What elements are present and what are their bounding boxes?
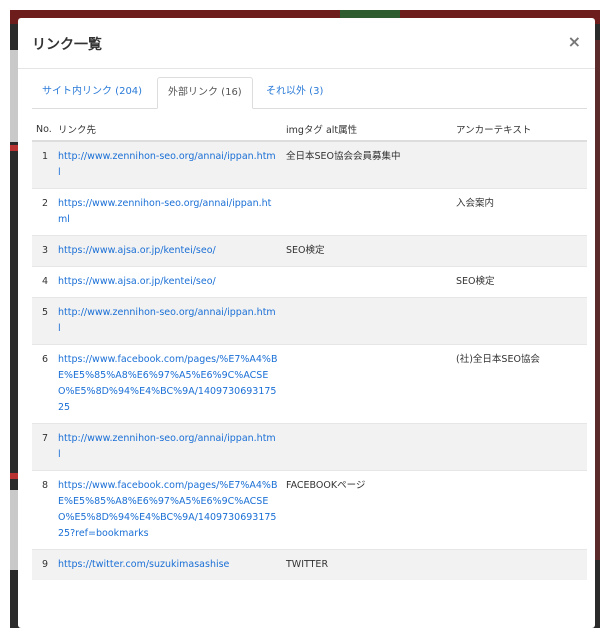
table-row: 6 https://www.facebook.com/pages/%E7%A4%…	[32, 344, 587, 424]
link-url[interactable]: https://twitter.com/suzukimasashise	[58, 559, 229, 570]
anchor-text-cell	[452, 297, 587, 345]
link-cell: https://twitter.com/suzukimasashise	[54, 549, 282, 580]
modal-header: リンク一覧 ×	[18, 18, 595, 69]
link-cell: http://www.zennihon-seo.org/annai/ippan.…	[54, 297, 282, 345]
links-table-container[interactable]: No. リンク先 imgタグ alt属性 アンカーテキスト 1 http://w…	[32, 118, 589, 628]
table-row: 5 http://www.zennihon-seo.org/annai/ippa…	[32, 297, 587, 345]
alt-text-cell: SEO検定	[282, 235, 452, 267]
table-header-row: No. リンク先 imgタグ alt属性 アンカーテキスト	[32, 118, 587, 142]
row-number: 1	[32, 140, 54, 189]
column-header-link-target: リンク先	[54, 118, 282, 142]
anchor-text-cell	[452, 235, 587, 267]
anchor-text-cell	[452, 423, 587, 471]
anchor-text-cell	[452, 470, 587, 550]
link-url[interactable]: http://www.zennihon-seo.org/annai/ippan.…	[58, 307, 276, 334]
column-header-anchor-text: アンカーテキスト	[452, 118, 587, 142]
row-number: 7	[32, 423, 54, 471]
row-number: 3	[32, 235, 54, 267]
tab-bar: サイト内リンク (204) 外部リンク (16) それ以外 (3)	[32, 77, 587, 109]
alt-text-cell	[282, 423, 452, 471]
alt-text-cell	[282, 344, 452, 424]
row-number: 2	[32, 188, 54, 236]
alt-text-cell	[282, 188, 452, 236]
anchor-text-cell: SEO検定	[452, 266, 587, 298]
close-icon[interactable]: ×	[568, 32, 581, 51]
anchor-text-cell: (社)全日本SEO協会	[452, 344, 587, 424]
alt-text-cell	[282, 297, 452, 345]
column-header-img-alt: imgタグ alt属性	[282, 118, 452, 142]
link-url[interactable]: https://www.facebook.com/pages/%E7%A4%BE…	[58, 354, 277, 413]
link-cell: https://www.ajsa.or.jp/kentei/seo/	[54, 266, 282, 298]
row-number: 6	[32, 344, 54, 424]
link-cell: https://www.facebook.com/pages/%E7%A4%BE…	[54, 344, 282, 424]
table-row: 1 http://www.zennihon-seo.org/annai/ippa…	[32, 140, 587, 189]
link-cell: https://www.ajsa.or.jp/kentei/seo/	[54, 235, 282, 267]
link-url[interactable]: https://www.ajsa.or.jp/kentei/seo/	[58, 245, 216, 256]
link-cell: https://www.zennihon-seo.org/annai/ippan…	[54, 188, 282, 236]
link-cell: http://www.zennihon-seo.org/annai/ippan.…	[54, 423, 282, 471]
alt-text-cell: TWITTER	[282, 549, 452, 580]
modal-title: リンク一覧	[32, 37, 102, 53]
table-row: 8 https://www.facebook.com/pages/%E7%A4%…	[32, 470, 587, 550]
anchor-text-cell: 入会案内	[452, 188, 587, 236]
tab-internal-links[interactable]: サイト内リンク (204)	[32, 77, 152, 107]
link-list-modal: リンク一覧 × サイト内リンク (204) 外部リンク (16) それ以外 (3…	[18, 18, 595, 628]
link-url[interactable]: https://www.facebook.com/pages/%E7%A4%BE…	[58, 480, 277, 539]
row-number: 8	[32, 470, 54, 550]
links-table: No. リンク先 imgタグ alt属性 アンカーテキスト 1 http://w…	[32, 118, 587, 580]
tab-external-links[interactable]: 外部リンク (16)	[157, 77, 253, 109]
link-cell: https://www.facebook.com/pages/%E7%A4%BE…	[54, 470, 282, 550]
column-header-no: No.	[32, 118, 54, 142]
alt-text-cell: FACEBOOKページ	[282, 470, 452, 550]
link-cell: http://www.zennihon-seo.org/annai/ippan.…	[54, 140, 282, 189]
table-row: 4 https://www.ajsa.or.jp/kentei/seo/ SEO…	[32, 266, 587, 298]
link-url[interactable]: http://www.zennihon-seo.org/annai/ippan.…	[58, 433, 276, 460]
table-row: 7 http://www.zennihon-seo.org/annai/ippa…	[32, 423, 587, 471]
table-row: 3 https://www.ajsa.or.jp/kentei/seo/ SEO…	[32, 235, 587, 267]
alt-text-cell	[282, 266, 452, 298]
table-row: 2 https://www.zennihon-seo.org/annai/ipp…	[32, 188, 587, 236]
alt-text-cell: 全日本SEO協会会員募集中	[282, 140, 452, 189]
link-url[interactable]: https://www.zennihon-seo.org/annai/ippan…	[58, 198, 271, 225]
row-number: 5	[32, 297, 54, 345]
row-number: 4	[32, 266, 54, 298]
link-url[interactable]: http://www.zennihon-seo.org/annai/ippan.…	[58, 151, 276, 178]
table-row: 9 https://twitter.com/suzukimasashise TW…	[32, 549, 587, 580]
anchor-text-cell	[452, 140, 587, 189]
row-number: 9	[32, 549, 54, 580]
anchor-text-cell	[452, 549, 587, 580]
link-url[interactable]: https://www.ajsa.or.jp/kentei/seo/	[58, 276, 216, 287]
tab-other-links[interactable]: それ以外 (3)	[256, 77, 333, 107]
